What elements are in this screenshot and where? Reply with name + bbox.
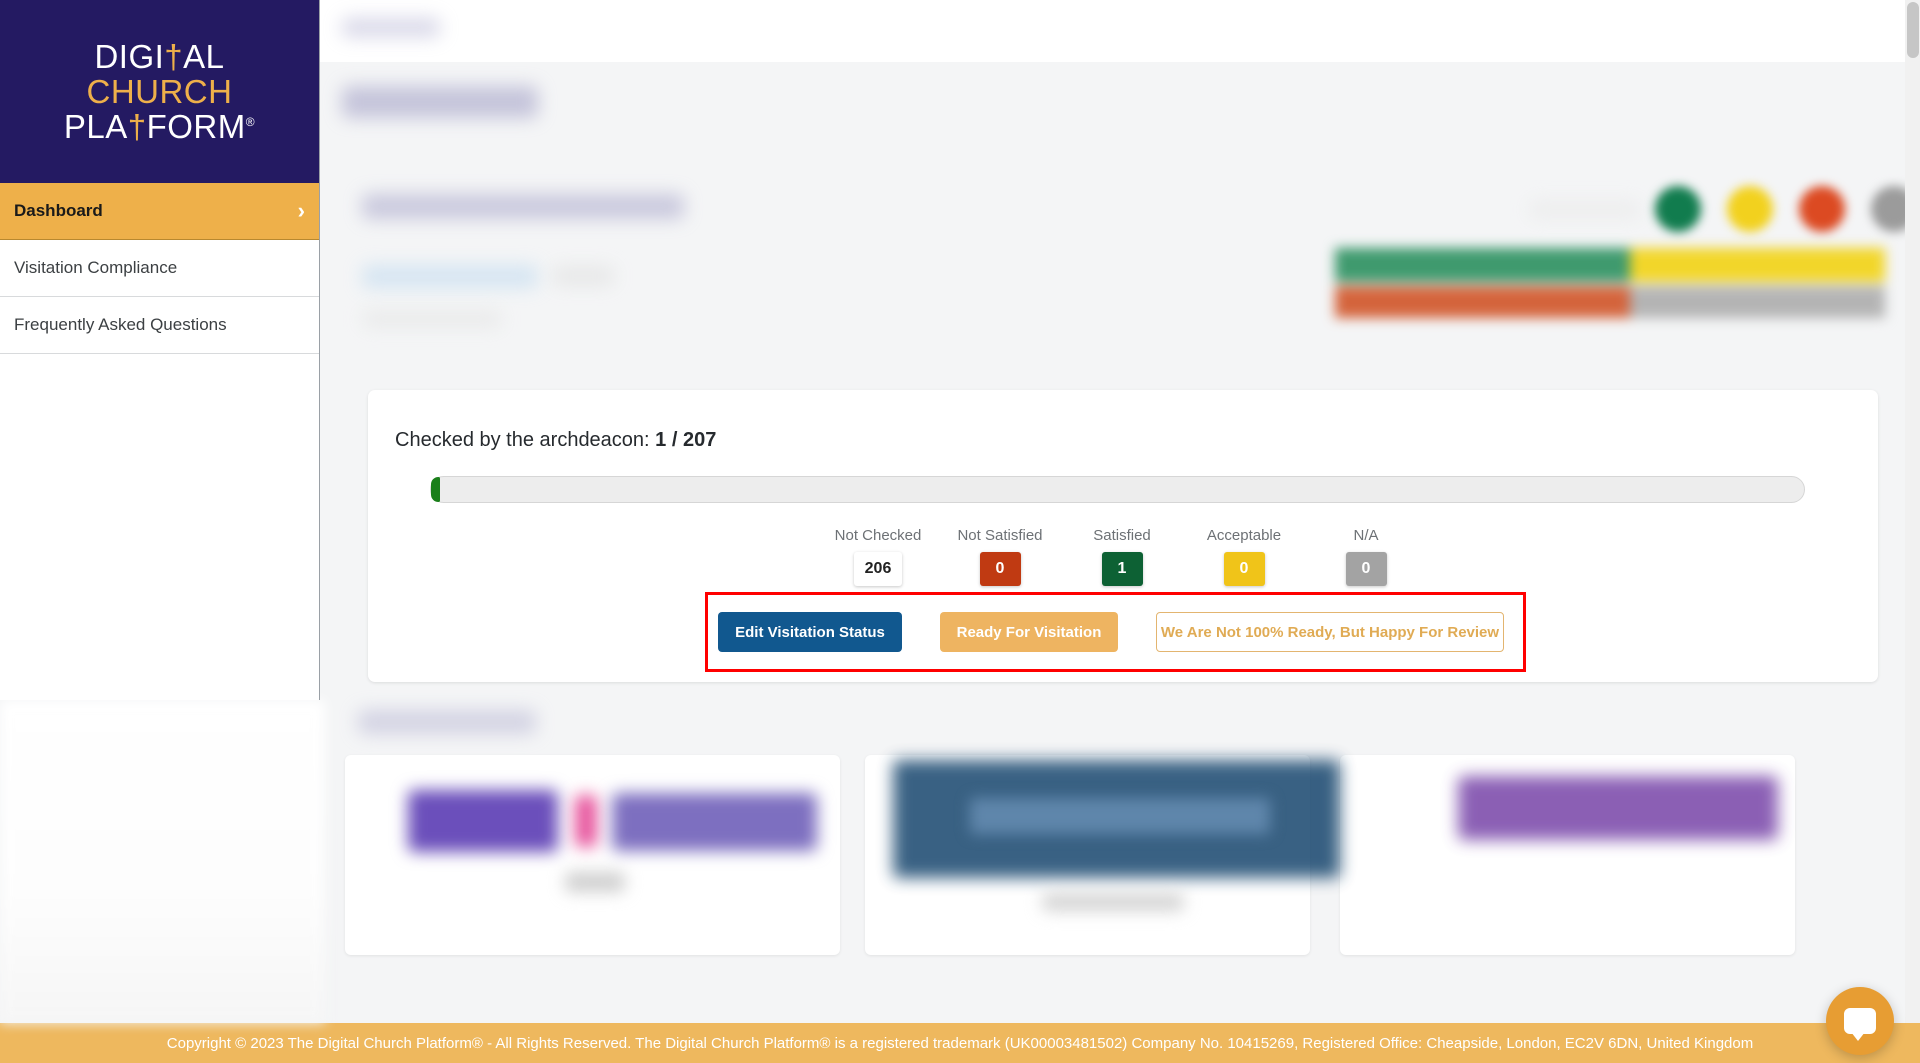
- sidebar-item-label: Visitation Compliance: [14, 258, 178, 277]
- status-col-acceptable: Acceptable 0: [1183, 527, 1305, 586]
- footer-copyright-text: Copyright © 2023 The Digital Church Plat…: [166, 1034, 1754, 1052]
- sidebar-item-faq[interactable]: Frequently Asked Questions: [0, 297, 319, 354]
- status-label: N/A: [1353, 527, 1379, 544]
- edit-visitation-status-button[interactable]: Edit Visitation Status: [718, 612, 902, 652]
- progress-bar-fill: [431, 477, 440, 502]
- status-label: Satisfied: [1093, 527, 1151, 544]
- scrollbar-thumb[interactable]: [1907, 2, 1919, 58]
- legend-stacked-bars: [1335, 248, 1885, 318]
- legend-bar-segment: [1335, 286, 1630, 318]
- status-col-not-satisfied: Not Satisfied 0: [939, 527, 1061, 586]
- status-badge: 1: [1101, 552, 1143, 586]
- brand-line-1: DIGI†AL: [94, 37, 225, 75]
- legend-bar-row-1: [1335, 248, 1885, 282]
- legend-label: [1529, 200, 1641, 219]
- sidebar-item-dashboard[interactable]: Dashboard ›: [0, 183, 319, 240]
- sidebar-lower-panel: [0, 700, 325, 1023]
- partner-logo-1c: [612, 793, 817, 851]
- registered-mark: ®: [245, 114, 256, 129]
- partner-caption-1: [565, 872, 625, 892]
- status-badge: 206: [854, 552, 902, 586]
- sidebar-item-visitation-compliance[interactable]: Visitation Compliance: [0, 240, 319, 297]
- status-col-na: N/A 0: [1305, 527, 1427, 586]
- status-badge: 0: [1223, 552, 1265, 586]
- status-badge-row: Not Checked 206 Not Satisfied 0 Satisfie…: [817, 527, 1427, 586]
- status-label: Not Satisfied: [957, 527, 1043, 544]
- compliance-summary-subtext: [362, 310, 502, 328]
- status-badge: 0: [979, 552, 1021, 586]
- archdeacon-check-label: Checked by the archdeacon:: [395, 429, 656, 451]
- cross-icon-2: †: [127, 107, 147, 145]
- chat-bubble-icon: [1844, 1008, 1876, 1041]
- chat-support-bubble[interactable]: [1826, 987, 1894, 1055]
- legend-bar-segment: [1335, 248, 1630, 282]
- status-col-not-checked: Not Checked 206: [817, 527, 939, 586]
- acceptable-dot: [1727, 186, 1773, 232]
- partner-logo-1a: [408, 790, 558, 852]
- page-title: [342, 86, 538, 118]
- archdeacon-check-value: 1 / 207: [655, 429, 717, 451]
- chevron-right-icon: ›: [297, 198, 305, 223]
- cross-icon: †: [164, 37, 184, 75]
- brand-line-3: PLA†FORM®: [63, 107, 256, 145]
- not-satisfied-dot: [1799, 186, 1845, 232]
- progress-bar-track: [430, 476, 1805, 503]
- partner-logo-3: [1458, 776, 1778, 840]
- breadcrumb[interactable]: [342, 18, 440, 37]
- footer: Copyright © 2023 The Digital Church Plat…: [0, 1023, 1920, 1063]
- partner-card-1[interactable]: [345, 755, 840, 955]
- page-scrollbar[interactable]: [1905, 0, 1920, 1023]
- partner-caption-2: [1042, 893, 1184, 911]
- app-root: DIGI†AL CHURCH PLA†FORM® Dashboard › Vis…: [0, 0, 1920, 1063]
- brand-logo: DIGI†AL CHURCH PLA†FORM®: [0, 0, 319, 183]
- partner-logo-1b: [575, 795, 597, 847]
- sidebar: DIGI†AL CHURCH PLA†FORM® Dashboard › Vis…: [0, 0, 320, 700]
- archdeacon-check-title: Checked by the archdeacon: 1 / 207: [395, 429, 716, 452]
- ready-for-visitation-button[interactable]: Ready For Visitation: [940, 612, 1118, 652]
- legend-bar-row-2: [1335, 286, 1885, 318]
- compliance-summary-title: [362, 194, 684, 219]
- legend-bar-segment: [1630, 248, 1885, 282]
- satisfied-dot: [1655, 186, 1701, 232]
- sidebar-item-label: Frequently Asked Questions: [14, 315, 227, 334]
- compliance-summary-link-suffix: [552, 266, 614, 286]
- status-badge: 0: [1345, 552, 1387, 586]
- status-label: Acceptable: [1206, 527, 1282, 544]
- legend-dots: [1655, 186, 1917, 232]
- partners-section-title: [358, 710, 536, 734]
- action-button-row: Edit Visitation Status Ready For Visitat…: [718, 612, 1504, 652]
- legend-bar-segment: [1630, 286, 1885, 318]
- partner-logo-2-text: [970, 798, 1270, 834]
- status-col-satisfied: Satisfied 1: [1061, 527, 1183, 586]
- status-label: Not Checked: [834, 527, 922, 544]
- compliance-summary-link[interactable]: [362, 265, 538, 288]
- sidebar-item-label: Dashboard: [14, 201, 103, 220]
- topbar: [320, 0, 1920, 62]
- not-100-percent-ready-button[interactable]: We Are Not 100% Ready, But Happy For Rev…: [1156, 612, 1504, 652]
- brand-line-2: CHURCH: [86, 72, 233, 110]
